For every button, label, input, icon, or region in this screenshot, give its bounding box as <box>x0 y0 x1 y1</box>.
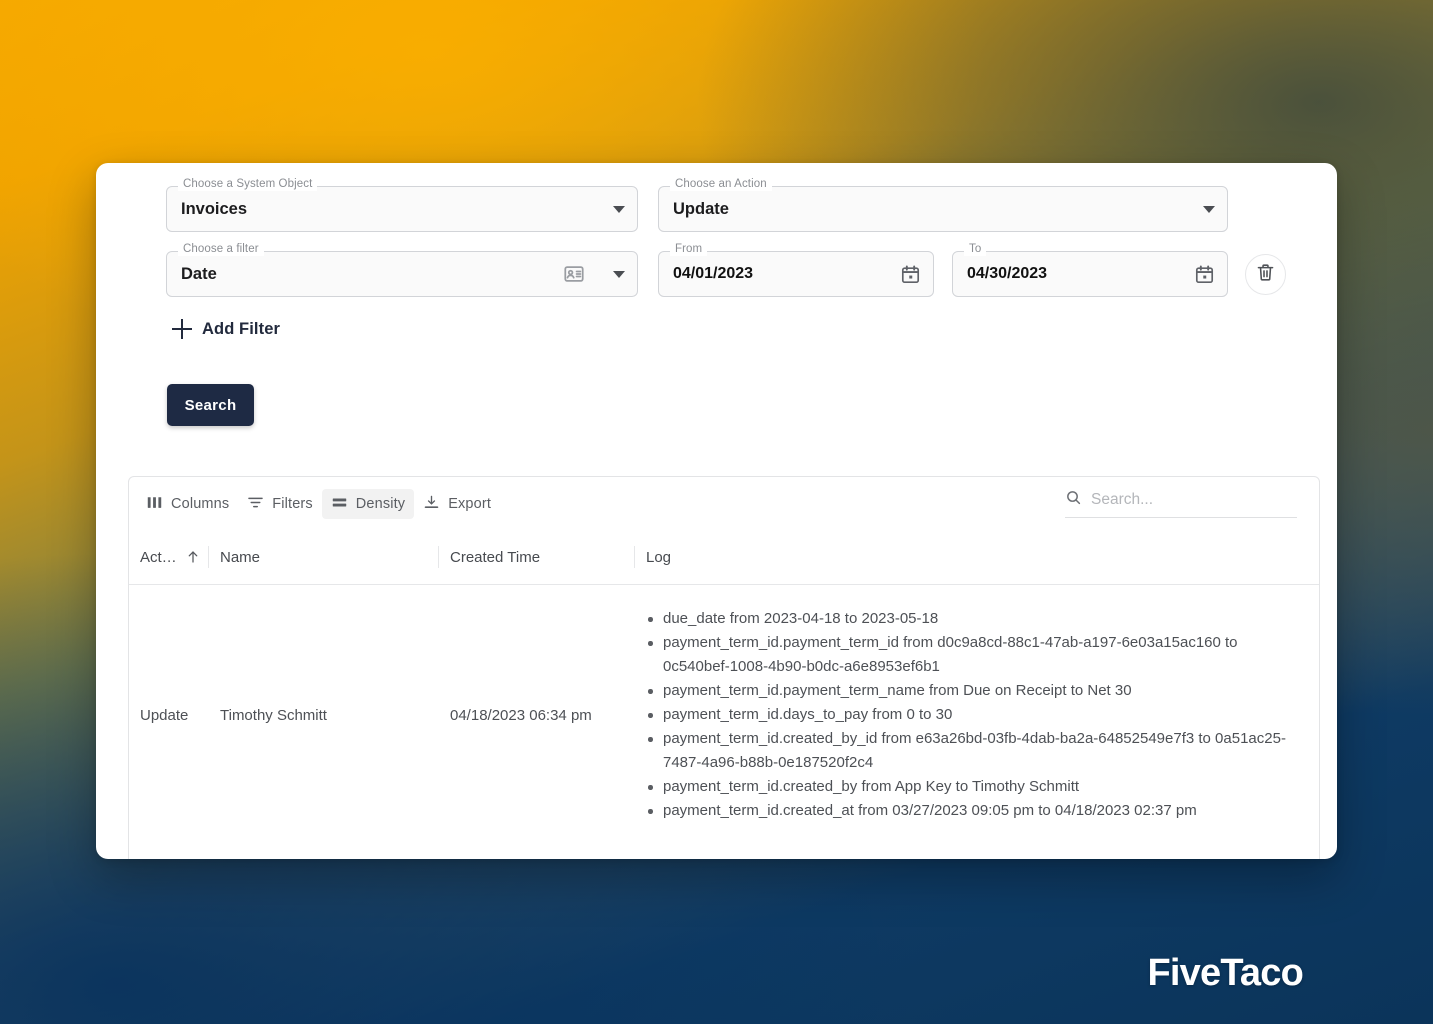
search-icon <box>1065 489 1082 511</box>
log-entry: due_date from 2023-04-18 to 2023-05-18 <box>648 607 1303 631</box>
column-header-name-label: Name <box>220 548 261 566</box>
filter-select[interactable]: Choose a filter Date <box>166 243 638 297</box>
log-entry-list: due_date from 2023-04-18 to 2023-05-18 p… <box>635 585 1319 833</box>
chevron-down-icon[interactable] <box>1203 205 1215 213</box>
action-legend: Choose an Action <box>670 178 772 191</box>
density-button[interactable]: Density <box>321 488 415 519</box>
column-header-action-label: Act… <box>140 548 177 566</box>
to-date-value: 04/30/2023 <box>967 265 1048 282</box>
add-filter-button[interactable]: Add Filter <box>166 315 286 343</box>
filter-legend: Choose a filter <box>178 243 264 256</box>
grid-search-box[interactable] <box>1065 489 1297 518</box>
grid-search-input[interactable] <box>1091 491 1297 509</box>
cell-created-time: 04/18/2023 06:34 pm <box>450 706 592 724</box>
arrow-up-icon[interactable] <box>185 549 201 565</box>
system-object-value: Invoices <box>181 199 248 218</box>
to-date-field[interactable]: To 04/30/2023 <box>952 243 1228 297</box>
cell-log: due_date from 2023-04-18 to 2023-05-18 p… <box>635 585 1319 833</box>
calendar-icon[interactable] <box>900 264 921 285</box>
action-value: Update <box>673 199 729 218</box>
filters-label: Filters <box>272 495 313 512</box>
search-button[interactable]: Search <box>167 384 254 426</box>
grid-toolbar: Columns Filters Density Export Search... <box>129 477 1319 530</box>
cell-name: Timothy Schmitt <box>220 706 327 724</box>
filter-value: Date <box>181 264 217 283</box>
grid-header-row: Act… Name Created Time Log <box>129 530 1319 585</box>
main-panel: Choose a System Object Invoices Choose a… <box>96 163 1337 859</box>
trash-icon <box>1255 262 1276 288</box>
log-entry: payment_term_id.days_to_pay from 0 to 30 <box>648 703 1303 727</box>
log-entry: payment_term_id.created_at from 03/27/20… <box>648 799 1303 823</box>
log-entry: payment_term_id.created_by_id from e63a2… <box>648 727 1303 775</box>
column-header-log[interactable]: Log <box>635 530 1319 584</box>
columns-icon <box>146 494 163 514</box>
column-header-log-label: Log <box>646 548 672 566</box>
system-object-legend: Choose a System Object <box>178 178 318 191</box>
density-label: Density <box>355 495 406 512</box>
data-grid: Columns Filters Density Export Search...… <box>128 476 1320 859</box>
from-date-field[interactable]: From 04/01/2023 <box>658 243 934 297</box>
table-row[interactable]: Update Timothy Schmitt 04/18/2023 06:34 … <box>129 585 1319 845</box>
add-filter-label: Add Filter <box>202 319 280 338</box>
brand-logo: FiveTaco <box>1147 952 1303 994</box>
export-button[interactable]: Export <box>414 489 500 519</box>
column-header-action[interactable]: Act… <box>129 530 209 584</box>
from-legend: From <box>670 243 708 256</box>
to-legend: To <box>964 243 987 256</box>
system-object-select[interactable]: Choose a System Object Invoices <box>166 178 638 232</box>
grid-body: Update Timothy Schmitt 04/18/2023 06:34 … <box>129 585 1319 845</box>
from-date-value: 04/01/2023 <box>673 265 754 282</box>
column-header-created-time[interactable]: Created Time <box>439 530 635 584</box>
badge-icon <box>563 263 585 285</box>
action-select[interactable]: Choose an Action Update <box>658 178 1228 232</box>
log-entry: payment_term_id.created_by from App Key … <box>648 775 1303 799</box>
density-icon <box>331 494 348 514</box>
filters-button[interactable]: Filters <box>238 489 322 519</box>
download-icon <box>423 494 440 514</box>
export-label: Export <box>448 495 492 512</box>
calendar-icon[interactable] <box>1194 264 1215 285</box>
plus-icon <box>172 319 192 339</box>
log-entry: payment_term_id.payment_term_id from d0c… <box>648 631 1303 679</box>
filter-icon <box>247 494 264 514</box>
column-header-created-time-label: Created Time <box>450 548 541 566</box>
chevron-down-icon[interactable] <box>613 270 625 278</box>
columns-label: Columns <box>171 495 230 512</box>
cell-action: Update <box>140 706 189 724</box>
chevron-down-icon[interactable] <box>613 205 625 213</box>
delete-filter-button[interactable] <box>1245 254 1286 295</box>
column-header-name[interactable]: Name <box>209 530 439 584</box>
columns-button[interactable]: Columns <box>137 489 238 519</box>
log-entry: payment_term_id.payment_term_name from D… <box>648 679 1303 703</box>
